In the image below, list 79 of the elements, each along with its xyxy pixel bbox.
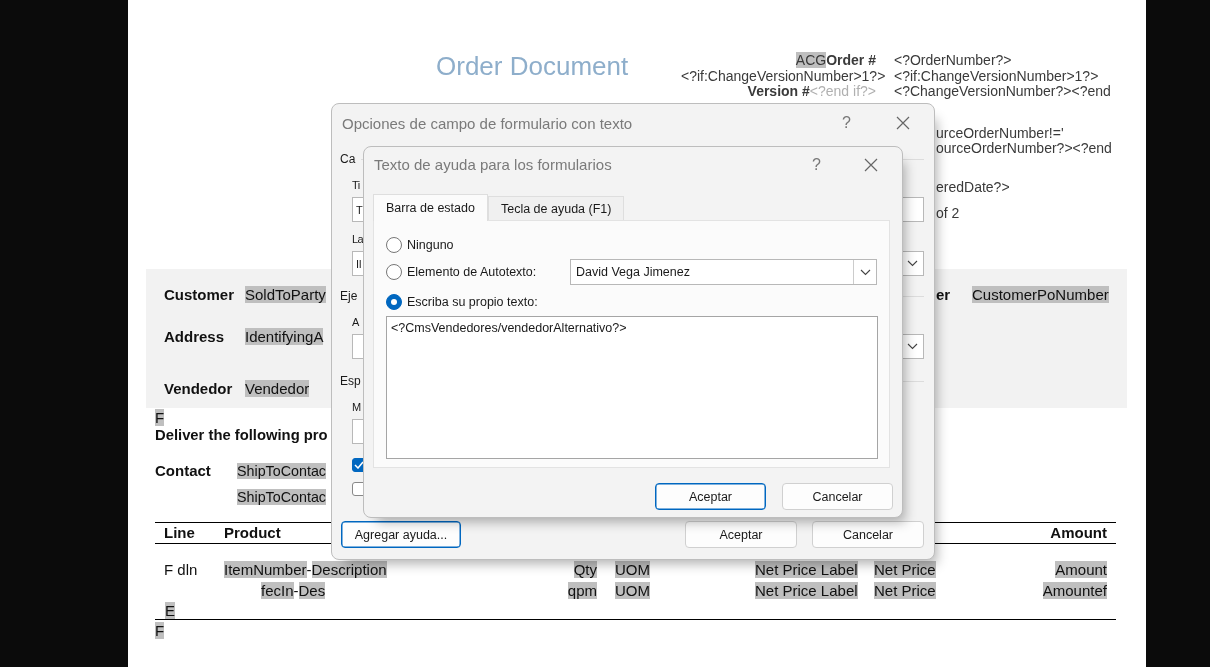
field-label: er [936,286,951,303]
code-text: eredDate?> [936,178,1010,195]
merge-field: Net Price [874,582,936,599]
dialog-button[interactable]: Aceptar [685,521,797,548]
table-cell: F dln [164,561,198,578]
dialog-title: Opciones de campo de formulario con texto [342,114,634,132]
merge-field: Description [311,561,387,578]
option-label[interactable]: Ninguno [407,238,454,252]
tab[interactable]: Tecla de ayuda (F1) [487,196,625,220]
radio-button[interactable] [386,237,402,253]
merge-field: ItemNumber [224,561,307,578]
merge-field: SoldToParty [245,286,326,303]
code-text: of 2 [936,204,960,221]
dialog-button[interactable]: Aceptar [655,483,766,510]
chevron-down-icon [906,260,918,267]
merge-field: ShipToContac [237,489,326,505]
merge-field: ShipToContac [237,463,326,479]
group-heading: Esp [340,373,361,390]
dialog-button[interactable]: Cancelar [812,521,924,548]
merge-field: UOM [615,561,650,578]
text-area[interactable]: <?CmsVendedores/vendedorAlternativo?> [386,316,878,459]
code-text: <?end if?> [809,83,876,99]
field-label: Order # [826,52,876,68]
chevron-down-icon [906,343,918,350]
merge-field: Vendedor [245,380,310,397]
code-text: <?ChangeVersionNumber?><?end [894,83,1111,99]
group-heading: Ca [340,151,356,168]
field-label: La [352,233,364,245]
code-text: <?if:ChangeVersionNumber>1?> [894,67,1099,84]
dialog-button[interactable]: Agregar ayuda... [341,521,461,548]
document-title: Order Document [436,51,629,81]
field-label: Customer [164,286,234,303]
code-text: urceOrderNumber!=' [936,124,1064,141]
field-label: A [352,316,359,328]
table-cell: - [306,561,312,578]
dropdown[interactable]: David Vega Jimenez [570,259,877,285]
column-header: Product [224,524,281,541]
close-icon[interactable] [864,157,878,172]
code-text: <?OrderNumber?> [894,52,1012,68]
merge-field: Amountef [1042,582,1107,599]
radio-button[interactable] [386,294,402,310]
merge-field: CustomerPoNumber [972,286,1109,303]
option-label[interactable]: Elemento de Autotexto: [407,265,537,279]
field-label: Version # [747,83,810,99]
section-heading: Deliver the following pro [155,427,328,443]
column-header: Line [164,524,195,541]
help-button[interactable]: ? [842,114,851,132]
field-label: Vendedor [164,380,233,397]
option-label[interactable]: Escriba su propio texto: [407,295,538,309]
field-label: Ti [352,179,360,191]
group-heading: Eje [340,288,358,305]
dialog-button[interactable]: Cancelar [782,483,893,510]
merge-field: fecIn [261,582,294,599]
merge-field: Des [298,582,326,599]
column-header: Amount [1050,524,1107,541]
code-text: <?if:ChangeVersionNumber>1?> [681,67,886,84]
merge-field: IdentifyingA [245,328,324,345]
merge-field: F [155,409,165,426]
merge-field: UOM [615,582,650,599]
field-label: Contact [155,462,211,479]
table-cell: - [293,582,299,599]
merge-field: qpm [567,582,597,599]
merge-field: Net Price [874,561,936,578]
field-label: M [352,401,361,413]
merge-field: E [165,602,175,619]
merge-field: ACG [795,52,827,68]
close-icon[interactable] [896,116,910,130]
merge-field: F [155,622,165,639]
merge-field: Qty [573,561,597,578]
merge-field: Net Price Label [755,582,858,599]
merge-field: Amount [1055,561,1107,578]
dialog-title: Texto de ayuda para los formularios [374,156,613,173]
chevron-down-icon [859,268,871,276]
code-text: ourceOrderNumber?><?end [936,140,1112,156]
merge-field: Net Price Label [755,561,858,578]
help-button[interactable]: ? [812,155,821,174]
field-label: Address [164,328,225,345]
tab[interactable]: Barra de estado [373,194,488,221]
radio-button[interactable] [386,264,402,280]
